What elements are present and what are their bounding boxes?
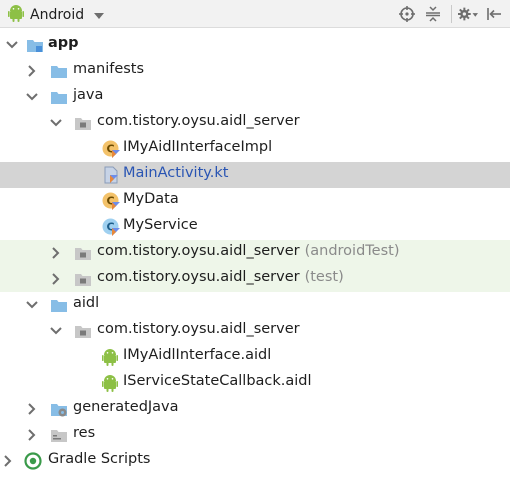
chevron-down-icon[interactable] [4,37,20,53]
locate-target-icon[interactable] [397,4,417,24]
folder-icon [50,88,68,106]
resource-folder-icon [50,426,68,444]
chevron-right-icon[interactable] [24,401,40,417]
tree-node-gradle-scripts[interactable]: Gradle Scripts [0,448,510,474]
tree-label: IServiceStateCallback.aidl [123,373,312,389]
tree-node-package-test[interactable]: com.tistory.oysu.aidl_server (test) [0,266,510,292]
tree-file-mydata[interactable]: C MyData [0,188,510,214]
toolbar-separator [451,5,452,23]
tree-label-suffix: (androidTest) [304,243,400,259]
package-icon [74,270,92,288]
tree-file-myservice[interactable]: C MyService [0,214,510,240]
tree-node-package[interactable]: com.tistory.oysu.aidl_server [0,110,510,136]
chevron-right-icon[interactable] [48,271,64,287]
tree-label-suffix: (test) [304,269,344,285]
tree-label: IMyAidlInterfaceImpl [123,139,273,155]
tree-label: MyService [123,217,198,233]
gear-icon[interactable] [458,4,478,24]
tree-file-impl[interactable]: C IMyAidlInterfaceImpl [0,136,510,162]
view-selector[interactable]: Android [8,4,105,26]
tree-label: app [48,35,79,51]
package-icon [74,114,92,132]
kotlin-class-icon: C [102,218,120,236]
dropdown-caret-icon [94,7,105,23]
tree-label: com.tistory.oysu.aidl_server (androidTest… [97,243,400,259]
tree-label: MyData [123,191,179,207]
module-folder-icon [26,36,44,54]
chevron-down-icon[interactable] [24,297,40,313]
tree-file-aidl-callback[interactable]: IServiceStateCallback.aidl [0,370,510,396]
kotlin-class-icon: C [102,140,120,158]
gradle-icon [24,452,42,470]
folder-icon [50,62,68,80]
kotlin-class-icon: C [102,192,120,210]
view-name: Android [30,7,85,23]
hide-panel-icon[interactable] [484,4,504,24]
tree-label: Gradle Scripts [48,451,151,467]
folder-icon [50,296,68,314]
tree-label: com.tistory.oysu.aidl_server [97,113,300,129]
tree-file-main-activity[interactable]: MainActivity.kt [0,162,510,188]
android-icon [102,348,120,366]
generated-folder-icon [50,400,68,418]
tree-node-res[interactable]: res [0,422,510,448]
tree-label: manifests [73,61,145,77]
android-icon [102,374,120,392]
chevron-down-icon[interactable] [48,323,64,339]
tree-node-package-aidl[interactable]: com.tistory.oysu.aidl_server [0,318,510,344]
chevron-right-icon[interactable] [24,427,40,443]
collapse-all-icon[interactable] [423,4,443,24]
tree-label: aidl [73,295,100,311]
chevron-down-icon[interactable] [48,115,64,131]
chevron-right-icon[interactable] [24,63,40,79]
chevron-right-icon[interactable] [0,453,16,469]
tree-label: IMyAidlInterface.aidl [123,347,272,363]
kotlin-file-icon [102,166,120,184]
package-icon [74,322,92,340]
tree-label: java [73,87,104,103]
tree-label: MainActivity.kt [123,165,229,181]
project-toolbar: Android [0,0,510,28]
tree-node-app[interactable]: app [0,32,510,58]
tree-file-aidl-interface[interactable]: IMyAidlInterface.aidl [0,344,510,370]
tree-label: com.tistory.oysu.aidl_server (test) [97,269,344,285]
tree-node-java[interactable]: java [0,84,510,110]
tree-node-package-android-test[interactable]: com.tistory.oysu.aidl_server (androidTest… [0,240,510,266]
chevron-right-icon[interactable] [48,245,64,261]
android-icon [8,4,24,26]
tree-node-manifests[interactable]: manifests [0,58,510,84]
package-icon [74,244,92,262]
tree-label: generatedJava [73,399,179,415]
tree-node-generated-java[interactable]: generatedJava [0,396,510,422]
chevron-down-icon[interactable] [24,89,40,105]
tree-label: com.tistory.oysu.aidl_server [97,321,300,337]
tree-node-aidl[interactable]: aidl [0,292,510,318]
tree-label: res [73,425,96,441]
